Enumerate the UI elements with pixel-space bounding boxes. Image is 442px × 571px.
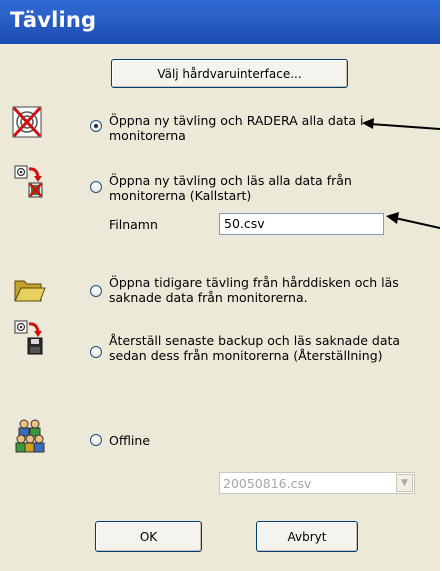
read-monitor-cold-start-icon [14,165,43,198]
filename-label: Filnamn [109,217,158,232]
option-cold-start-label: Öppna ny tävling och läs alla data från … [109,173,352,203]
option-new-delete-radio[interactable] [90,120,102,132]
option-open-previous-radio[interactable] [90,285,102,297]
option-new-delete-label: Öppna ny tävling och RADERA alla data i … [109,113,364,143]
restore-backup-icon [14,320,43,355]
chevron-down-icon[interactable]: ▼ [396,474,413,492]
annotation-arrow-1 [362,118,440,130]
dialog-window: Tävling Välj hårdvaruinterface... Öppna … [0,0,440,571]
window-title: Tävling [10,8,97,32]
cancel-button[interactable]: Avbryt [256,521,358,552]
filename-input[interactable]: 50.csv [219,213,384,235]
option-restore-backup-radio[interactable] [90,346,102,358]
folder-open-icon [14,280,46,302]
option-cold-start-radio[interactable] [90,181,102,193]
annotation-arrow-2 [386,212,440,229]
wireless-delete-icon [12,106,42,138]
option-open-previous-label: Öppna tidigare tävling från hårddisken o… [109,275,399,305]
ok-button[interactable]: OK [95,521,202,552]
title-bar: Tävling [0,0,440,44]
select-hardware-interface-button[interactable]: Välj hårdvaruinterface... [111,59,348,88]
backup-file-select[interactable]: 20050816.csv ▼ [219,472,415,494]
people-offline-icon [15,419,45,453]
option-offline-label: Offline [109,433,151,448]
option-offline-radio[interactable] [90,434,102,446]
option-restore-backup-label: Återställ senaste backup och läs saknade… [109,333,401,363]
